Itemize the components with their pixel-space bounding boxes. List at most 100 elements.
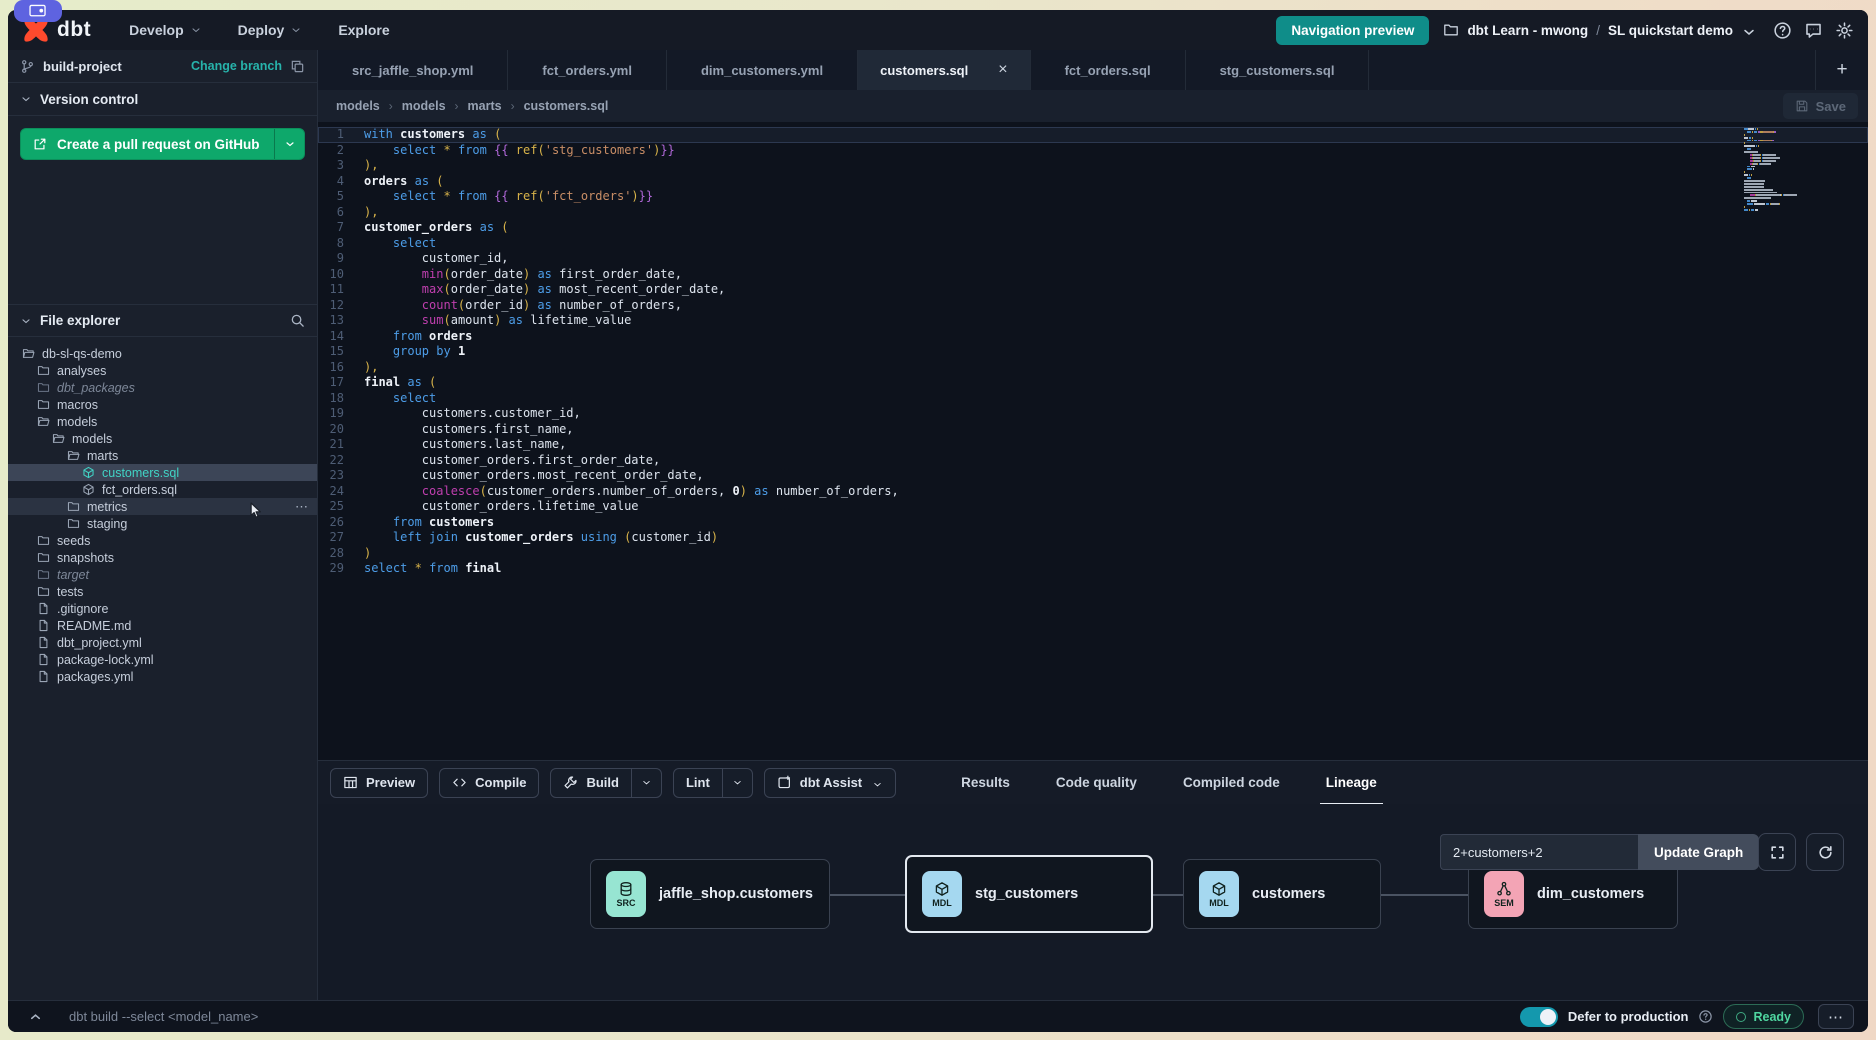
version-control-header[interactable]: Version control — [8, 83, 317, 116]
code-line-12[interactable]: 12 count(order_id) as number_of_orders, — [318, 298, 1868, 314]
tree-item-fct-orders-sql[interactable]: fct_orders.sql — [8, 481, 317, 498]
tree-item-models[interactable]: models — [8, 413, 317, 430]
dropdown-chevron[interactable] — [722, 769, 752, 797]
breadcrumb-item[interactable]: models — [402, 99, 446, 113]
project-name[interactable]: SL quickstart demo — [1608, 23, 1733, 38]
breadcrumb-item[interactable]: customers.sql — [524, 99, 609, 113]
code-line-13[interactable]: 13 sum(amount) as lifetime_value — [318, 313, 1868, 329]
tree-item-snapshots[interactable]: snapshots — [8, 549, 317, 566]
code-line-6[interactable]: 6), — [318, 205, 1868, 221]
minimap[interactable] — [1744, 128, 1800, 212]
tree-item-customers-sql[interactable]: customers.sql — [8, 464, 317, 481]
code-line-16[interactable]: 16), — [318, 360, 1868, 376]
code-line-8[interactable]: 8 select — [318, 236, 1868, 252]
preview-button[interactable]: Preview — [330, 768, 428, 798]
panel-tab-code-quality[interactable]: Code quality — [1054, 771, 1139, 794]
command-input[interactable]: dbt build --select <model_name> — [69, 1009, 258, 1024]
lineage-node-jaffle-shop-customers[interactable]: SRCjaffle_shop.customers — [590, 859, 830, 929]
code-line-24[interactable]: 24 coalesce(customer_orders.number_of_or… — [318, 484, 1868, 500]
code-line-27[interactable]: 27 left join customer_orders using (cust… — [318, 530, 1868, 546]
tree-item-readme-md[interactable]: README.md — [8, 617, 317, 634]
copy-icon[interactable] — [290, 59, 305, 74]
tree-item-dbt-packages[interactable]: dbt_packages — [8, 379, 317, 396]
update-graph-button[interactable]: Update Graph — [1638, 834, 1759, 870]
code-line-4[interactable]: 4orders as ( — [318, 174, 1868, 190]
tree-item-models[interactable]: models — [8, 430, 317, 447]
editor-tab-stg-customers-sql[interactable]: stg_customers.sql — [1186, 50, 1370, 90]
build-button[interactable]: Build — [550, 768, 662, 798]
panel-tab-lineage[interactable]: Lineage — [1324, 771, 1379, 794]
editor-tab-dim-customers-yml[interactable]: dim_customers.yml — [667, 50, 858, 90]
chevron-down-icon[interactable] — [1741, 24, 1753, 36]
code-line-9[interactable]: 9 customer_id, — [318, 251, 1868, 267]
pr-options-chevron[interactable] — [274, 129, 304, 159]
file-explorer-header[interactable]: File explorer — [8, 304, 317, 337]
close-icon[interactable]: × — [998, 61, 1007, 79]
code-line-20[interactable]: 20 customers.first_name, — [318, 422, 1868, 438]
breadcrumb-item[interactable]: marts — [468, 99, 502, 113]
breadcrumb-item[interactable]: models — [336, 99, 380, 113]
editor-tab-customers-sql[interactable]: customers.sql× — [858, 50, 1031, 90]
defer-toggle[interactable] — [1520, 1007, 1558, 1027]
ready-status-badge[interactable]: Ready — [1723, 1004, 1804, 1029]
tree-item-package-lock-yml[interactable]: package-lock.yml — [8, 651, 317, 668]
lineage-search-input[interactable] — [1440, 834, 1638, 870]
question-circle-icon[interactable] — [1698, 1009, 1713, 1024]
code-line-19[interactable]: 19 customers.customer_id, — [318, 406, 1868, 422]
code-line-14[interactable]: 14 from orders — [318, 329, 1868, 345]
feedback-icon[interactable] — [1804, 21, 1823, 40]
navigation-preview-button[interactable]: Navigation preview — [1276, 16, 1429, 45]
new-tab-button[interactable]: + — [1816, 50, 1868, 90]
lineage-node-customers[interactable]: MDLcustomers — [1183, 859, 1381, 929]
code-line-11[interactable]: 11 max(order_date) as most_recent_order_… — [318, 282, 1868, 298]
tree-item-analyses[interactable]: analyses — [8, 362, 317, 379]
code-line-28[interactable]: 28) — [318, 546, 1868, 562]
tree-item-packages-yml[interactable]: packages.yml — [8, 668, 317, 685]
dbt-assist-button[interactable]: dbt Assist — [764, 768, 896, 798]
tree-item-target[interactable]: target — [8, 566, 317, 583]
code-line-15[interactable]: 15 group by 1 — [318, 344, 1868, 360]
fullscreen-button[interactable] — [1758, 833, 1796, 871]
lineage-node-stg-customers[interactable]: MDLstg_customers — [905, 855, 1153, 933]
chevron-up-icon[interactable] — [28, 1009, 43, 1024]
lint-button[interactable]: Lint — [673, 768, 753, 798]
tree-item-db-sl-qs-demo[interactable]: db-sl-qs-demo — [8, 345, 317, 362]
tree-item-metrics[interactable]: metrics⋯ — [8, 498, 317, 515]
code-line-18[interactable]: 18 select — [318, 391, 1868, 407]
menu-item-develop[interactable]: Develop — [129, 22, 201, 38]
create-pr-button[interactable]: Create a pull request on GitHub — [20, 128, 305, 160]
code-line-2[interactable]: 2 select * from {{ ref('stg_customers')}… — [318, 143, 1868, 159]
code-line-22[interactable]: 22 customer_orders.first_order_date, — [318, 453, 1868, 469]
save-button[interactable]: Save — [1783, 93, 1858, 119]
tree-item-staging[interactable]: staging — [8, 515, 317, 532]
panel-tab-compiled-code[interactable]: Compiled code — [1181, 771, 1282, 794]
code-line-7[interactable]: 7customer_orders as ( — [318, 220, 1868, 236]
tree-item-marts[interactable]: marts — [8, 447, 317, 464]
code-line-3[interactable]: 3), — [318, 158, 1868, 174]
editor-tab-fct-orders-yml[interactable]: fct_orders.yml — [508, 50, 667, 90]
tree-item-tests[interactable]: tests — [8, 583, 317, 600]
compile-button[interactable]: Compile — [439, 768, 539, 798]
code-line-5[interactable]: 5 select * from {{ ref('fct_orders')}} — [318, 189, 1868, 205]
code-line-17[interactable]: 17final as ( — [318, 375, 1868, 391]
help-icon[interactable] — [1773, 21, 1792, 40]
code-line-26[interactable]: 26 from customers — [318, 515, 1868, 531]
code-line-10[interactable]: 10 min(order_date) as first_order_date, — [318, 267, 1868, 283]
change-branch-link[interactable]: Change branch — [191, 59, 282, 73]
panel-tab-results[interactable]: Results — [959, 771, 1012, 794]
editor-tab-fct-orders-sql[interactable]: fct_orders.sql — [1031, 50, 1186, 90]
refresh-button[interactable] — [1806, 833, 1844, 871]
row-menu-ellipsis-icon[interactable]: ⋯ — [295, 499, 309, 515]
code-line-25[interactable]: 25 customer_orders.lifetime_value — [318, 499, 1868, 515]
tree-item-dbt-project-yml[interactable]: dbt_project.yml — [8, 634, 317, 651]
editor-tab-src-jaffle-shop-yml[interactable]: src_jaffle_shop.yml — [318, 50, 508, 90]
code-line-29[interactable]: 29select * from final — [318, 561, 1868, 577]
account-name[interactable]: dbt Learn - mwong — [1467, 23, 1588, 38]
gear-icon[interactable] — [1835, 21, 1854, 40]
code-editor[interactable]: 1with customers as (2 select * from {{ r… — [318, 122, 1868, 760]
more-options-button[interactable]: ⋯ — [1818, 1004, 1854, 1029]
tree-item--gitignore[interactable]: .gitignore — [8, 600, 317, 617]
tree-item-macros[interactable]: macros — [8, 396, 317, 413]
code-line-23[interactable]: 23 customer_orders.most_recent_order_dat… — [318, 468, 1868, 484]
code-line-1[interactable]: 1with customers as ( — [318, 127, 1868, 143]
